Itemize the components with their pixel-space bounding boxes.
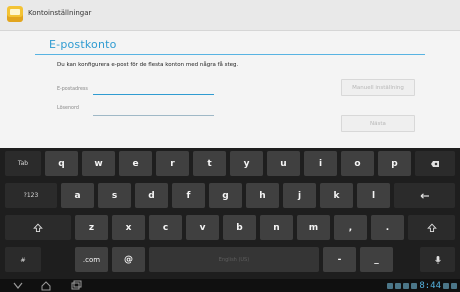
space-bar[interactable]: English (US) — [149, 247, 319, 272]
account-setup-panel: E-postkonto Du kan konfigurera e-post fö… — [0, 31, 460, 148]
at-key[interactable]: @ — [112, 247, 145, 272]
key-l[interactable]: l — [357, 183, 390, 208]
key-f[interactable]: f — [172, 183, 205, 208]
system-navigation-bar: 8:44 — [0, 279, 460, 292]
key-k[interactable]: k — [320, 183, 353, 208]
key-r[interactable]: r — [156, 151, 189, 176]
microphone-icon — [434, 255, 441, 264]
email-label: E-postadress — [57, 87, 88, 92]
key-u[interactable]: u — [267, 151, 300, 176]
key-d[interactable]: d — [135, 183, 168, 208]
password-field[interactable] — [93, 115, 214, 116]
enter-key[interactable] — [394, 183, 455, 208]
shift-key-left[interactable] — [5, 215, 71, 240]
backspace-icon — [431, 160, 439, 167]
on-screen-keyboard: Tab q w e r t y u i o p ?123 a s d f g h… — [0, 148, 460, 279]
wifi-icon — [443, 282, 449, 289]
password-label: Lösenord — [57, 106, 79, 111]
status-time: 8:44 — [419, 280, 441, 291]
key-e[interactable]: e — [119, 151, 152, 176]
download-status-icon — [411, 282, 418, 289]
key-b[interactable]: b — [223, 215, 256, 240]
shift-icon — [33, 223, 43, 232]
key-period[interactable]: . — [371, 215, 404, 240]
key-w[interactable]: w — [82, 151, 115, 176]
minus-key[interactable]: - — [323, 247, 356, 272]
key-t[interactable]: t — [193, 151, 226, 176]
key-o[interactable]: o — [341, 151, 374, 176]
section-header: E-postkonto — [49, 38, 117, 51]
key-s[interactable]: s — [98, 183, 131, 208]
email-field[interactable] — [93, 94, 214, 95]
key-i[interactable]: i — [304, 151, 337, 176]
key-m[interactable]: m — [297, 215, 330, 240]
shift-icon — [426, 223, 437, 232]
backspace-key[interactable] — [415, 151, 455, 176]
sync-status-icon — [395, 282, 402, 289]
battery-icon — [451, 282, 457, 289]
recent-apps-icon[interactable] — [70, 280, 82, 291]
key-c[interactable]: c — [149, 215, 182, 240]
underscore-key[interactable]: _ — [360, 247, 393, 272]
voice-input-key[interactable] — [420, 247, 455, 272]
keyboard-status-icon — [387, 282, 394, 289]
shift-key-right[interactable] — [408, 215, 455, 240]
page-title: Kontoinställningar — [28, 9, 92, 17]
key-y[interactable]: y — [230, 151, 263, 176]
header-divider — [35, 54, 425, 55]
title-bar: Kontoinställningar — [0, 0, 460, 31]
tab-key[interactable]: Tab — [5, 151, 41, 176]
home-icon[interactable] — [40, 280, 52, 291]
key-v[interactable]: v — [186, 215, 219, 240]
dotcom-key[interactable]: .com — [75, 247, 108, 272]
key-j[interactable]: j — [283, 183, 316, 208]
next-button[interactable]: Nästa — [341, 115, 415, 132]
key-x[interactable]: x — [112, 215, 145, 240]
key-h[interactable]: h — [246, 183, 279, 208]
back-icon[interactable] — [12, 280, 24, 291]
key-a[interactable]: a — [61, 183, 94, 208]
key-g[interactable]: g — [209, 183, 242, 208]
status-area: 8:44 — [387, 280, 457, 291]
manual-setup-button[interactable]: Manuell inställning — [341, 79, 415, 96]
email-app-icon — [7, 6, 23, 22]
symbols-key[interactable]: ?123 — [5, 183, 57, 208]
key-z[interactable]: z — [75, 215, 108, 240]
key-n[interactable]: n — [260, 215, 293, 240]
key-p[interactable]: p — [378, 151, 411, 176]
key-comma[interactable]: , — [334, 215, 367, 240]
hash-key[interactable]: # — [5, 247, 41, 272]
setup-description: Du kan konfigurera e-post för de flesta … — [57, 62, 239, 68]
key-q[interactable]: q — [45, 151, 78, 176]
enter-icon — [420, 192, 429, 199]
screenshot-status-icon — [403, 282, 410, 289]
